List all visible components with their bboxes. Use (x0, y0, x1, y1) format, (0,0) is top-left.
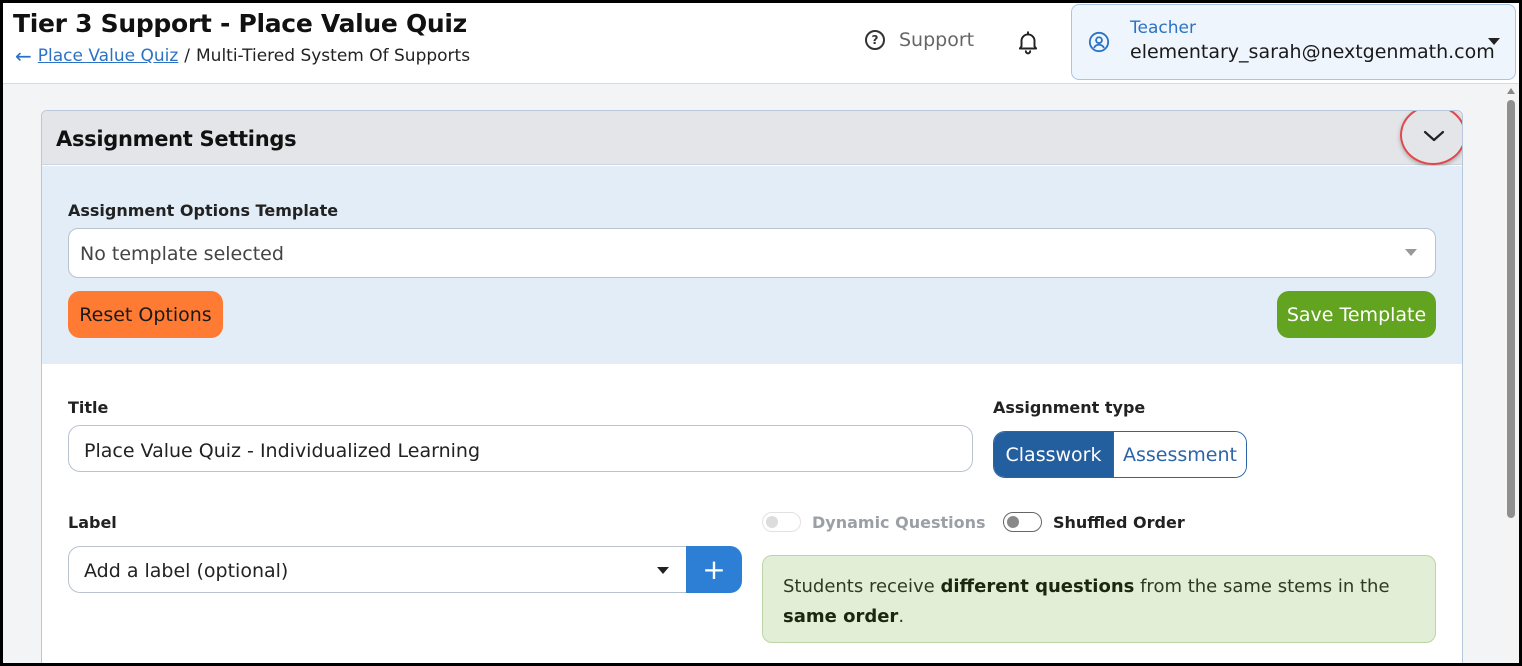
caret-down-icon (1405, 249, 1417, 256)
info-bold: different questions (940, 576, 1135, 597)
question-circle-icon: ? (865, 30, 885, 50)
template-select-value: No template selected (80, 243, 284, 265)
support-label: Support (899, 29, 975, 51)
caret-down-icon (1488, 38, 1500, 45)
user-role: Teacher (1130, 18, 1196, 38)
scroll-up-arrow-icon[interactable] (1507, 88, 1515, 94)
add-label-button[interactable]: + (686, 546, 742, 593)
chevron-down-icon (1423, 130, 1445, 142)
info-message: Students receive different questions fro… (762, 555, 1436, 643)
top-header: Tier 3 Support - Place Value Quiz ← Plac… (3, 3, 1519, 84)
label-select[interactable]: Add a label (optional) (68, 546, 686, 593)
label-label: Label (68, 513, 117, 532)
breadcrumb-separator: / (184, 46, 190, 66)
collapse-toggle-button[interactable] (1400, 111, 1462, 165)
support-link[interactable]: ? Support (865, 29, 974, 51)
info-text: Students receive (783, 576, 941, 597)
assignment-type-label: Assignment type (993, 398, 1146, 417)
dynamic-questions-label: Dynamic Questions (812, 513, 986, 532)
user-email: elementary_sarah@nextgenmath.com (1130, 41, 1495, 63)
info-bold: same order (783, 606, 899, 627)
template-section: Assignment Options Template No template … (42, 166, 1462, 364)
template-label: Assignment Options Template (68, 201, 339, 220)
caret-down-icon (657, 567, 669, 574)
dynamic-questions-toggle[interactable] (762, 512, 801, 532)
user-circle-icon (1088, 31, 1110, 53)
panel-header[interactable]: Assignment Settings (42, 111, 1462, 165)
breadcrumb-link[interactable]: Place Value Quiz (38, 46, 179, 66)
toggle-knob (1007, 516, 1019, 528)
main-content: Assignment Settings Assignment Options T… (3, 84, 1503, 666)
shuffled-order-toggle[interactable] (1003, 512, 1042, 532)
title-label: Title (68, 398, 109, 417)
reset-options-button[interactable]: Reset Options (68, 291, 223, 338)
template-select[interactable]: No template selected (68, 228, 1436, 278)
info-text: from the same stems in the (1134, 576, 1390, 597)
title-input[interactable]: Place Value Quiz - Individualized Learni… (68, 425, 973, 472)
title-input-value: Place Value Quiz - Individualized Learni… (84, 440, 481, 462)
save-template-button[interactable]: Save Template (1277, 291, 1436, 338)
breadcrumb-current: Multi-Tiered System Of Supports (196, 46, 471, 66)
toggle-knob (766, 516, 778, 528)
shuffled-order-label: Shuffled Order (1053, 513, 1185, 532)
page-title: Tier 3 Support - Place Value Quiz (13, 9, 467, 38)
assessment-option[interactable]: Assessment (1113, 432, 1246, 477)
bell-icon[interactable] (1015, 29, 1041, 55)
breadcrumb: ← Place Value Quiz / Multi-Tiered System… (15, 46, 470, 66)
scrollbar-thumb[interactable] (1507, 100, 1515, 518)
assignment-type-toggle: Classwork Assessment (993, 431, 1247, 478)
info-text: . (898, 606, 905, 627)
user-menu[interactable]: Teacher elementary_sarah@nextgenmath.com (1071, 4, 1516, 80)
label-select-placeholder: Add a label (optional) (84, 560, 289, 582)
vertical-scrollbar[interactable] (1503, 84, 1519, 663)
classwork-option[interactable]: Classwork (994, 432, 1113, 477)
plus-icon: + (702, 553, 726, 586)
panel-title: Assignment Settings (56, 127, 297, 151)
assignment-settings-panel: Assignment Settings Assignment Options T… (41, 110, 1463, 666)
arrow-left-icon[interactable]: ← (15, 46, 32, 66)
